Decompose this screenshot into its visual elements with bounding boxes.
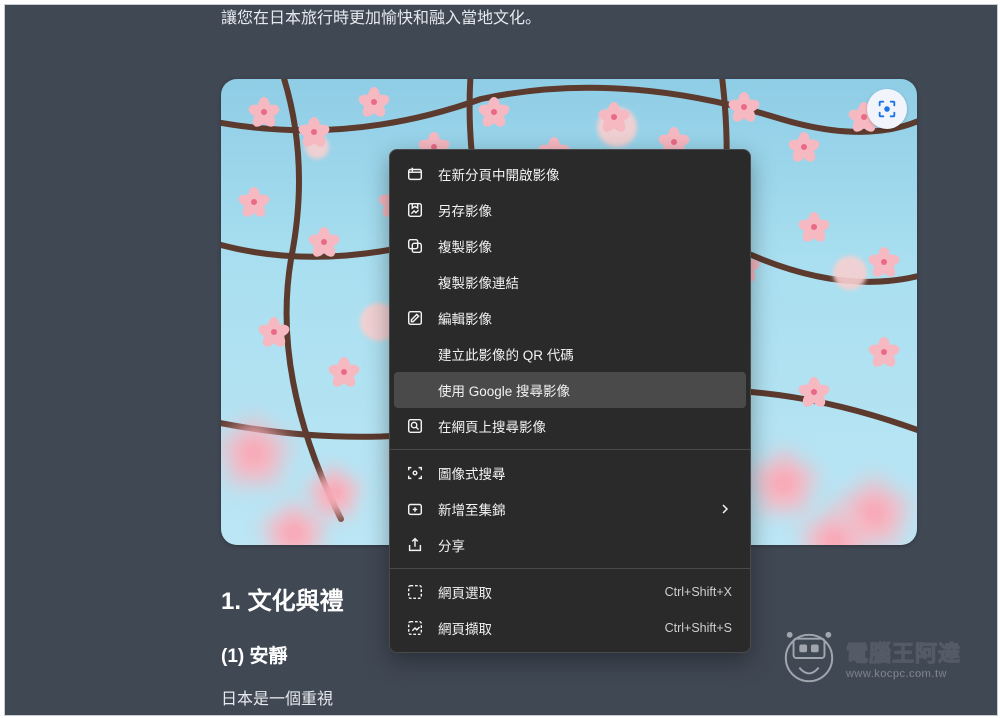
menu-item-label: 網頁擷取	[438, 618, 651, 638]
menu-separator	[390, 568, 750, 569]
web-capture-icon	[406, 619, 424, 637]
menu-icon-blank	[406, 345, 424, 363]
menu-item[interactable]: 網頁擷取 Ctrl+Shift+S	[394, 610, 746, 646]
menu-icon-blank	[406, 273, 424, 291]
intro-text: 讓您在日本旅行時更加愉快和融入當地文化。	[221, 5, 957, 33]
share-icon	[406, 536, 424, 554]
lens-button[interactable]	[867, 89, 907, 129]
menu-item-label: 網頁選取	[438, 582, 651, 602]
lens-icon	[876, 98, 898, 120]
menu-shortcut: Ctrl+Shift+S	[665, 621, 732, 635]
section-heading: 1. 文化與禮	[221, 581, 344, 616]
watermark: 電腦王阿達 www.kocpc.com.tw	[780, 629, 961, 687]
web-select-icon	[406, 583, 424, 601]
watermark-avatar-icon	[780, 629, 838, 687]
menu-item[interactable]: 複製影像	[394, 228, 746, 264]
article-page: 讓您在日本旅行時更加愉快和融入當地文化。 1. 文化與禮 (1) 安靜 日本是一…	[5, 5, 997, 715]
menu-item[interactable]: 新增至集錦	[394, 491, 746, 527]
menu-item-label: 分享	[438, 535, 732, 555]
menu-separator	[390, 449, 750, 450]
search-page-icon	[406, 417, 424, 435]
menu-item-label: 在網頁上搜尋影像	[438, 416, 732, 436]
copy-image-icon	[406, 237, 424, 255]
menu-shortcut: Ctrl+Shift+X	[665, 585, 732, 599]
menu-item[interactable]: 編輯影像	[394, 300, 746, 336]
collections-icon	[406, 500, 424, 518]
menu-icon-blank	[406, 381, 424, 399]
menu-item-label: 建立此影像的 QR 代碼	[438, 344, 732, 364]
menu-item[interactable]: 複製影像連結	[394, 264, 746, 300]
menu-item[interactable]: 在網頁上搜尋影像	[394, 408, 746, 444]
menu-item-label: 複製影像連結	[438, 272, 732, 292]
menu-item[interactable]: 使用 Google 搜尋影像	[394, 372, 746, 408]
menu-item[interactable]: 圖像式搜尋	[394, 455, 746, 491]
menu-item[interactable]: 建立此影像的 QR 代碼	[394, 336, 746, 372]
save-icon	[406, 201, 424, 219]
menu-item-label: 使用 Google 搜尋影像	[438, 380, 732, 400]
viewport: 讓您在日本旅行時更加愉快和融入當地文化。 1. 文化與禮 (1) 安靜 日本是一…	[4, 4, 998, 716]
menu-item-label: 複製影像	[438, 236, 732, 256]
visual-search-icon	[406, 464, 424, 482]
menu-item-label: 編輯影像	[438, 308, 732, 328]
section-subheading: (1) 安靜	[221, 641, 288, 668]
image-context-menu: 在新分頁中開啟影像另存影像複製影像複製影像連結編輯影像建立此影像的 QR 代碼使…	[389, 149, 751, 653]
menu-item[interactable]: 分享	[394, 527, 746, 563]
body-text-1: 日本是一個重視	[221, 685, 333, 709]
menu-item[interactable]: 另存影像	[394, 192, 746, 228]
edit-image-icon	[406, 309, 424, 327]
chevron-right-icon	[720, 502, 732, 517]
menu-item-label: 圖像式搜尋	[438, 463, 732, 483]
open-new-tab-icon	[406, 165, 424, 183]
menu-item-label: 新增至集錦	[438, 499, 706, 519]
menu-item[interactable]: 網頁選取 Ctrl+Shift+X	[394, 574, 746, 610]
watermark-url: www.kocpc.com.tw	[846, 668, 961, 680]
menu-item-label: 另存影像	[438, 200, 732, 220]
menu-item[interactable]: 在新分頁中開啟影像	[394, 156, 746, 192]
watermark-title: 電腦王阿達	[846, 636, 961, 668]
menu-item-label: 在新分頁中開啟影像	[438, 164, 732, 184]
